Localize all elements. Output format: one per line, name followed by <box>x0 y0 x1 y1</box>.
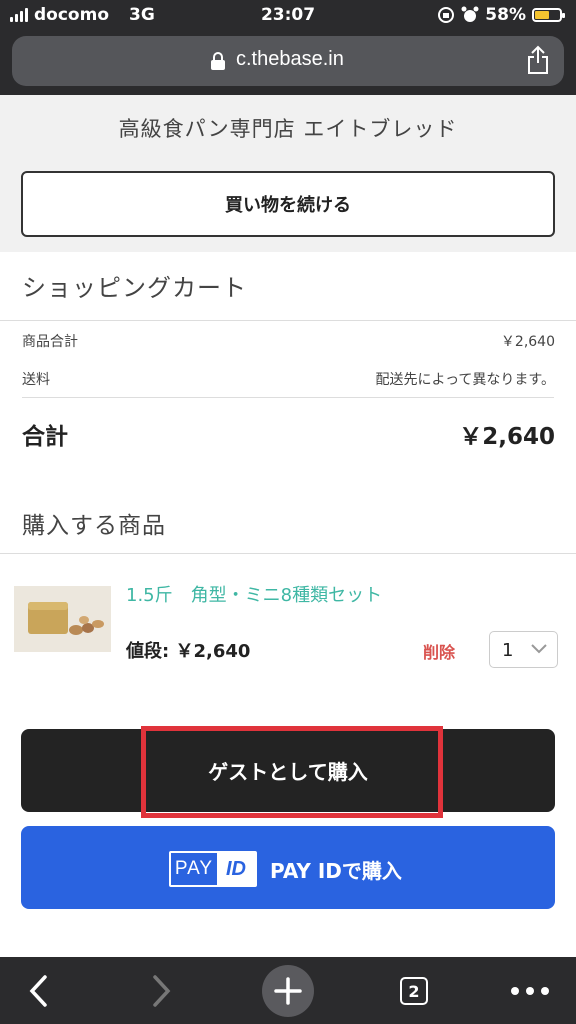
orientation-lock-icon <box>438 7 455 23</box>
quantity-select[interactable]: 1 <box>489 631 558 668</box>
shipping-label: 送料 <box>22 372 50 388</box>
continue-shopping-button[interactable]: 買い物を続ける <box>21 171 555 237</box>
forward-button[interactable] <box>144 967 180 1015</box>
payid-logo-id: ID <box>217 853 255 885</box>
product-thumbnail[interactable] <box>14 586 111 652</box>
plus-icon <box>274 977 302 1005</box>
chevron-left-icon <box>29 975 47 1007</box>
product-name-link[interactable]: 1.5斤 角型・ミニ8種類セット <box>126 581 382 607</box>
total-label: 合計 <box>22 424 68 450</box>
bread-image <box>14 586 111 652</box>
chevron-right-icon <box>153 975 171 1007</box>
delete-button[interactable]: 削除 <box>423 639 455 663</box>
status-bar: docomo 3G 23:07 58% <box>0 0 576 30</box>
alarm-icon <box>461 6 479 22</box>
more-button[interactable] <box>508 967 552 1015</box>
subtotal-value: ￥2,640 <box>500 334 555 350</box>
shipping-value: 配送先によって異なります。 <box>375 372 555 388</box>
divider <box>0 320 576 321</box>
battery-icon <box>532 8 565 22</box>
browser-chrome: docomo 3G 23:07 58% c.thebase.in <box>0 0 576 95</box>
address-bar[interactable]: c.thebase.in <box>12 36 564 86</box>
payid-checkout-button[interactable]: PAY ID PAY IDで購入 <box>21 826 555 909</box>
chevron-down-icon <box>531 644 547 654</box>
payid-label: PAY IDで購入 <box>270 859 402 883</box>
battery-percent: 58% <box>485 5 526 25</box>
total-value: ￥2,640 <box>459 424 555 450</box>
share-icon[interactable] <box>526 45 550 75</box>
url-text: c.thebase.in <box>236 48 344 70</box>
items-title: 購入する商品 <box>22 513 166 539</box>
more-dots-icon <box>511 987 549 995</box>
tab-count: 2 <box>400 977 428 1005</box>
lock-icon <box>211 52 225 70</box>
payid-logo: PAY ID <box>169 851 257 887</box>
browser-toolbar: 2 <box>0 957 576 1024</box>
new-tab-button[interactable] <box>262 965 314 1017</box>
cart-title: ショッピングカート <box>22 274 247 302</box>
quantity-value: 1 <box>502 640 514 661</box>
divider <box>22 397 554 398</box>
tabs-button[interactable]: 2 <box>396 967 432 1015</box>
product-price: 値段: ￥2,640 <box>126 641 251 662</box>
payid-logo-pay: PAY <box>174 858 214 879</box>
shop-name: 高級食パン専門店 エイトブレッド <box>118 117 458 141</box>
back-button[interactable] <box>20 967 56 1015</box>
subtotal-label: 商品合計 <box>22 334 78 350</box>
guest-checkout-button[interactable]: ゲストとして購入 <box>21 729 555 812</box>
divider <box>0 553 576 554</box>
shop-header: 高級食パン専門店 エイトブレッド 買い物を続ける <box>0 95 576 252</box>
